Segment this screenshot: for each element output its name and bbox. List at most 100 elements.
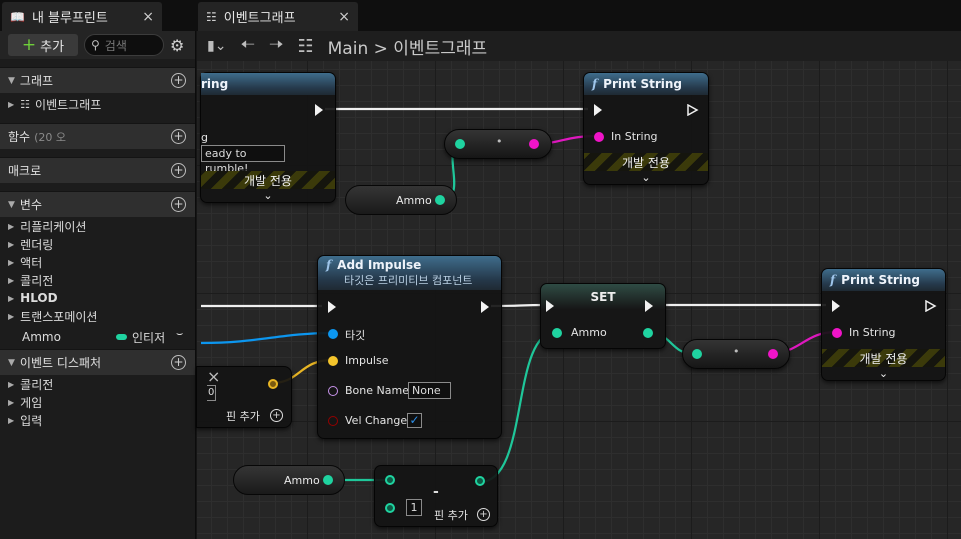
tab-my-blueprint[interactable]: 📖 내 블루프린트 × [2,2,162,31]
int-to-string-node[interactable]: • [444,129,552,159]
integer-in-pin[interactable] [455,139,465,149]
category-label: 액터 [20,255,43,270]
section-graphs[interactable]: ▼ 그래프 + [0,67,195,93]
section-label: 이벤트 디스패처 [19,356,102,370]
variable-category[interactable]: ▶ 렌더링 [0,235,195,253]
exec-out-pin[interactable] [481,301,489,313]
integer-out-pin[interactable] [475,476,485,486]
variable-category[interactable]: ▶ HLOD [0,289,195,307]
variable-category[interactable]: ▶ 리플리케이션 [0,217,195,235]
variable-category[interactable]: ▶ 콜리전 [0,271,195,289]
variable-ammo[interactable]: Ammo 인티저 ⌣ [0,325,195,349]
impulse-pin[interactable] [328,356,338,366]
close-icon[interactable]: × [142,9,154,25]
breadcrumb-root[interactable]: Main [328,39,369,59]
tab-event-graph[interactable]: ☷ 이벤트그래프 × [198,2,358,31]
chevron-down-icon[interactable]: ⌄ [201,189,335,202]
section-label: 함수 [8,130,31,144]
dev-only-banner: 개발 전용 [822,349,945,367]
ammo-getter-node[interactable]: Ammo [233,465,345,495]
plus-circle-icon[interactable]: + [171,163,186,178]
exec-out-pin[interactable] [925,300,937,312]
variable-category[interactable]: ▶ 액터 [0,253,195,271]
close-icon[interactable]: × [338,9,350,25]
integer-in-pin[interactable] [552,328,562,338]
add-button[interactable]: + 추가 [8,34,78,56]
blueprint-book-icon: 📖 [10,9,25,24]
gear-icon[interactable]: ⚙ [170,36,184,55]
print-string-node-partial[interactable]: ring g eady to rumble! 개발 전용 ⌄ [200,72,336,203]
dispatcher-category[interactable]: ▶ 입력 [0,411,195,429]
print-string-node[interactable]: f Print String In String 개발 전용 ⌄ [821,268,946,381]
integer-in-pin-b[interactable] [385,503,395,513]
graph-item-event-graph[interactable]: ▶ ☷ 이벤트그래프 [0,93,195,115]
bookmark-icon[interactable]: ▮⌄ [207,38,226,54]
operator-label: - [433,484,439,500]
integer-in-pin-a[interactable] [385,475,395,485]
plus-circle-icon[interactable]: + [270,409,283,422]
integer-out-pin[interactable] [435,195,445,205]
value-input[interactable]: 1 [406,499,422,516]
add-pin-label[interactable]: 핀 추가 [226,408,260,424]
plus-circle-icon[interactable]: + [171,73,186,88]
exec-out-pin[interactable] [645,300,653,312]
plus-circle-icon[interactable]: + [171,129,186,144]
section-event-dispatchers[interactable]: ▼ 이벤트 디스패처 + [0,349,195,375]
string-out-pin[interactable] [768,349,778,359]
bone-name-pin[interactable] [328,386,338,396]
dispatcher-category[interactable]: ▶ 게임 [0,393,195,411]
integer-out-pin[interactable] [643,328,653,338]
section-variables[interactable]: ▼ 변수 + [0,191,195,217]
plus-circle-icon[interactable]: + [477,508,490,521]
string-input[interactable]: eady to rumble! [201,145,285,175]
bone-name-input[interactable]: None [408,382,451,399]
exec-in-pin[interactable] [594,104,602,116]
chevron-down-icon[interactable]: ⌄ [822,367,945,380]
pin-label: 타깃 [345,329,366,342]
integer-out-pin[interactable] [323,475,333,485]
plus-circle-icon[interactable]: + [171,197,186,212]
make-vector-node-partial[interactable]: 0 × 핀 추가 + [196,366,292,428]
section-functions[interactable]: 함수 (20 오 + [0,123,195,149]
back-arrow-icon[interactable]: 🠠 [240,32,255,61]
add-label: 추가 [40,39,65,55]
add-impulse-node[interactable]: f Add Impulse 타깃은 프리미티브 컴포넌트 타깃 Impulse B… [317,255,502,439]
vector-out-pin[interactable] [268,379,278,389]
remove-pin-icon[interactable]: × [207,367,220,386]
node-header: f Add Impulse 타깃은 프리미티브 컴포넌트 [318,256,501,290]
exec-in-pin[interactable] [832,300,840,312]
add-pin-label[interactable]: 핀 추가 [434,507,468,523]
target-pin[interactable] [328,329,338,339]
variable-category[interactable]: ▶ 트랜스포메이션 [0,307,195,325]
plus-circle-icon[interactable]: + [171,355,186,370]
subtract-node[interactable]: - 1 핀 추가 + [374,465,498,527]
string-in-pin[interactable] [832,328,842,338]
ammo-getter-node[interactable]: Ammo [345,185,457,215]
integer-type-pill-icon [116,334,127,340]
forward-arrow-icon[interactable]: 🠢 [269,32,284,61]
integer-in-pin[interactable] [692,349,702,359]
pin-label: In String [611,130,658,143]
section-macros[interactable]: 매크로 + [0,157,195,183]
print-string-node[interactable]: f Print String In String 개발 전용 ⌄ [583,72,709,185]
chevron-down-icon[interactable]: ⌄ [584,171,708,184]
int-to-string-node[interactable]: • [682,339,790,369]
node-header: f Print String [822,269,945,291]
string-in-pin[interactable] [594,132,604,142]
exec-in-pin[interactable] [546,300,554,312]
search-input[interactable]: ⚲ 검색 [84,34,164,56]
exec-out-pin[interactable] [687,104,699,116]
checkbox-icon[interactable]: ✓ [407,413,422,428]
section-label: 변수 [19,198,43,212]
node-title: Print String [603,77,682,91]
exec-out-pin[interactable] [315,104,323,116]
exec-in-pin[interactable] [328,301,336,313]
dev-only-banner: 개발 전용 [201,171,335,189]
value-input[interactable]: 0 [207,385,217,401]
vel-change-pin[interactable] [328,416,338,426]
string-out-pin[interactable] [529,139,539,149]
set-variable-node[interactable]: SET Ammo [540,283,666,349]
pin-label: Vel Change [345,414,408,427]
dispatcher-category[interactable]: ▶ 콜리전 [0,375,195,393]
variable-name: Ammo [22,330,61,344]
